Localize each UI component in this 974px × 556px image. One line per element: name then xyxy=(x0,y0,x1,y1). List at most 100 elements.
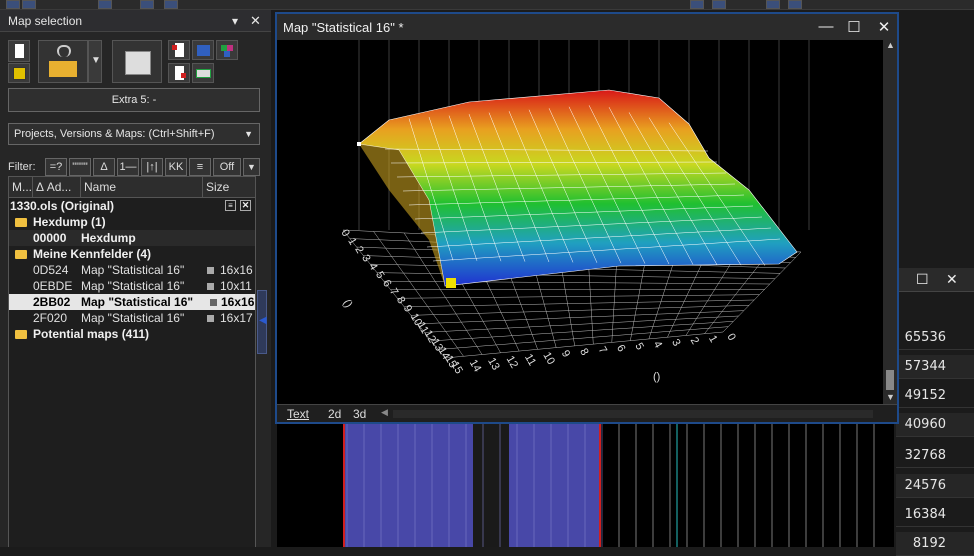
list-icon[interactable]: ≡ xyxy=(225,200,236,211)
map-window: Map "Statistical 16" * — ☐ ✕ 15141312111… xyxy=(275,12,899,424)
side-axis-tick: 5 xyxy=(373,270,386,281)
project-row[interactable]: 1330.ols (Original) ≡ ✕ xyxy=(10,198,256,214)
list-item-selected[interactable]: 2BB02 Map "Statistical 16" 16x16 xyxy=(9,294,255,310)
tab-3d[interactable]: 3d xyxy=(353,407,366,421)
tab-text[interactable]: Text xyxy=(287,407,309,421)
projects-dropdown[interactable]: Projects, Versions & Maps: (Ctrl+Shift+F… xyxy=(8,123,260,145)
front-axis-tick: 13 xyxy=(485,356,502,373)
colorful-map-icon[interactable] xyxy=(216,40,238,60)
minimize-icon[interactable]: — xyxy=(817,18,835,35)
list-item[interactable]: 2F020 Map "Statistical 16" 16x17 xyxy=(9,310,255,326)
panel-splitter[interactable]: ◀ xyxy=(257,290,267,354)
size-cell: 16x17 xyxy=(220,310,253,326)
toolbar-button[interactable] xyxy=(788,0,802,9)
add-map-icon[interactable] xyxy=(168,40,190,60)
surface-mesh xyxy=(359,90,797,286)
filter-button[interactable]: KK xyxy=(165,158,187,176)
projects-dropdown-label: Projects, Versions & Maps: (Ctrl+Shift+F… xyxy=(14,128,215,140)
name-cell: Map "Statistical 16" xyxy=(81,294,193,310)
front-axis-tick: 12 xyxy=(504,354,521,371)
save-icon[interactable] xyxy=(8,63,30,83)
chevron-down-icon[interactable]: ▼ xyxy=(243,158,260,176)
export-map-icon[interactable] xyxy=(168,63,190,83)
column-header-m[interactable]: M... xyxy=(9,177,33,197)
scroll-up-icon[interactable]: ▲ xyxy=(886,40,895,50)
filter-button[interactable]: """" xyxy=(69,158,91,176)
vertical-scrollbar[interactable]: ▲ ▼ xyxy=(883,40,897,404)
close-icon[interactable]: ✕ xyxy=(240,200,251,211)
toolbar-button[interactable] xyxy=(766,0,780,9)
list-item[interactable]: 00000 Hexdump xyxy=(9,230,255,246)
tab-2d[interactable]: 2d xyxy=(328,407,341,421)
filter-button[interactable]: Δ xyxy=(93,158,115,176)
front-axis-tick: 11 xyxy=(522,352,538,368)
map-type-icon xyxy=(207,267,214,274)
toolbar-button[interactable] xyxy=(690,0,704,9)
close-icon[interactable]: ✕ xyxy=(946,271,958,288)
3d-plot-canvas[interactable]: 1514131211109876543210012345678910111213… xyxy=(279,40,883,404)
open-dropdown-arrow[interactable]: ▼ xyxy=(88,40,102,83)
column-header-size[interactable]: Size xyxy=(203,177,255,197)
folder-row[interactable]: Potential maps (411) xyxy=(9,326,255,342)
front-axis-tick: 5 xyxy=(632,341,645,352)
chevron-down-icon: ▼ xyxy=(244,124,253,144)
filter-button[interactable]: 1— xyxy=(117,158,139,176)
list-item[interactable]: 0EBDE Map "Statistical 16" 10x11 xyxy=(9,278,255,294)
front-axis-tick: 6 xyxy=(614,343,627,354)
toolbar-button[interactable] xyxy=(98,0,112,9)
scroll-left-icon[interactable]: ◀ xyxy=(381,407,388,418)
filter-button[interactable]: |↑| xyxy=(141,158,163,176)
close-icon[interactable]: ✕ xyxy=(250,13,261,29)
maximize-icon[interactable]: ☐ xyxy=(845,18,863,36)
folder-label: Potential maps (411) xyxy=(33,326,149,342)
folder-row[interactable]: Meine Kennfelder (4) xyxy=(9,246,255,262)
chevron-down-icon[interactable]: ▾ xyxy=(232,14,238,28)
name-cell: Map "Statistical 16" xyxy=(81,310,184,326)
filter-off-select[interactable]: Off xyxy=(213,158,241,176)
folder-row[interactable]: Hexdump (1) xyxy=(9,214,255,230)
floor-grid-line xyxy=(384,281,770,284)
folder-icon xyxy=(15,250,27,259)
maximize-icon[interactable]: ☐ xyxy=(916,271,929,288)
panel-title-bar: Map selection ▾ ✕ xyxy=(0,10,271,32)
map-grid-icon[interactable] xyxy=(192,40,214,60)
axis-value: 57344 xyxy=(896,355,974,379)
list-item[interactable]: 0D524 Map "Statistical 16" 16x16 xyxy=(9,262,255,278)
toolbar-button[interactable] xyxy=(164,0,178,9)
folder-label: Meine Kennfelder (4) xyxy=(33,246,151,262)
toolbar-button[interactable] xyxy=(6,0,20,9)
front-axis-tick: 3 xyxy=(669,337,682,348)
axis-value: 8192 xyxy=(896,532,974,556)
front-axis-tick: 7 xyxy=(596,345,609,356)
highlighted-region xyxy=(343,424,600,547)
right-value-panel: ☐ ✕ 65536 57344 49152 40960 32768 24576 … xyxy=(896,268,974,547)
map-properties-icon[interactable] xyxy=(192,63,214,83)
toolbar-button[interactable] xyxy=(712,0,726,9)
name-cell: Map "Statistical 16" xyxy=(81,262,184,278)
import-button[interactable] xyxy=(112,40,162,83)
filter-button[interactable]: ≡ xyxy=(189,158,211,176)
list-header: M... Δ Ad... Name Size xyxy=(8,176,256,198)
map-type-icon xyxy=(207,283,214,290)
horizontal-scrollbar[interactable] xyxy=(393,410,873,418)
filter-button[interactable]: =? xyxy=(45,158,67,176)
toolbar-button[interactable] xyxy=(22,0,36,9)
extra-button[interactable]: Extra 5: - xyxy=(8,88,260,112)
corner-handle[interactable] xyxy=(357,142,361,146)
floor-grid-line xyxy=(438,327,728,350)
toolbar-button[interactable] xyxy=(140,0,154,9)
open-folder-button[interactable] xyxy=(38,40,88,83)
close-icon[interactable]: ✕ xyxy=(875,18,893,36)
side-axis-tick: 0 xyxy=(338,228,351,239)
column-header-name[interactable]: Name xyxy=(81,177,203,197)
side-axis-tick: 3 xyxy=(359,253,372,264)
column-header-address[interactable]: Δ Ad... xyxy=(33,177,81,197)
size-cell: 16x16 xyxy=(220,262,253,278)
new-file-icon[interactable] xyxy=(8,40,30,62)
scrollbar-thumb[interactable] xyxy=(886,370,894,390)
window-title-bar[interactable]: Map "Statistical 16" * — ☐ ✕ xyxy=(277,14,897,40)
cursor-marker[interactable] xyxy=(446,278,456,288)
view-tab-bar: Text 2d 3d ◀ xyxy=(277,404,897,422)
hex-view-area[interactable] xyxy=(277,424,894,547)
scroll-down-icon[interactable]: ▼ xyxy=(886,392,895,402)
